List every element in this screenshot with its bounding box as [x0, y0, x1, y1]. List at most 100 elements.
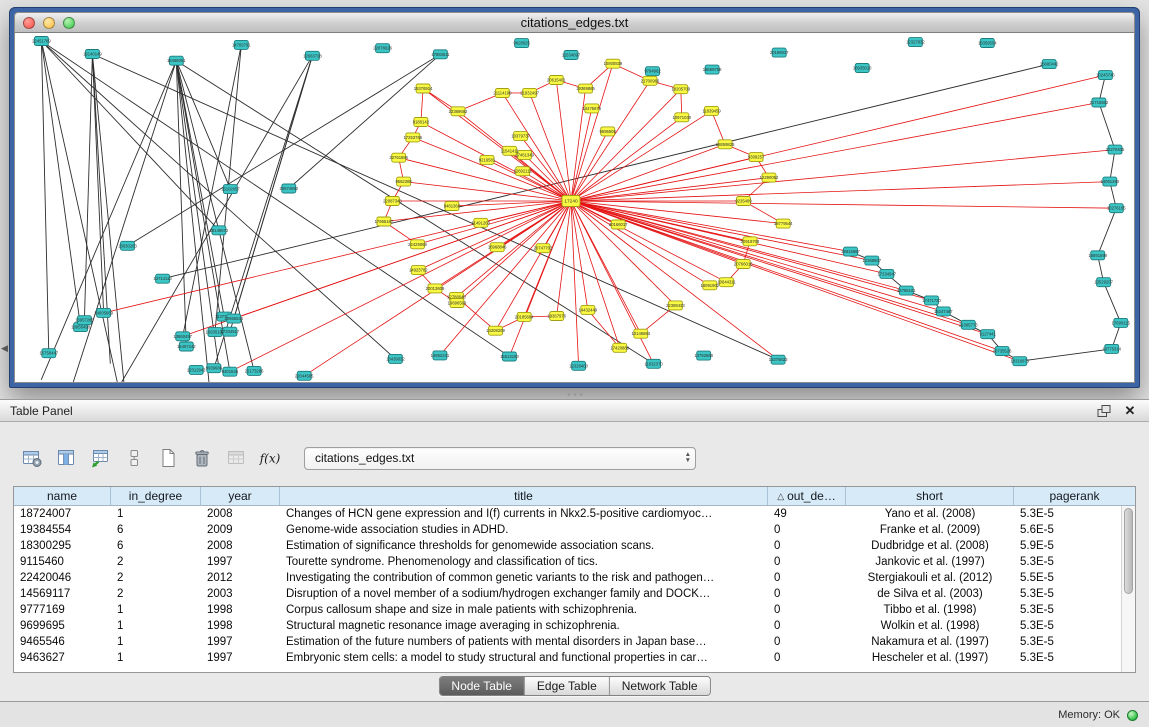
- cell-title[interactable]: Investigating the contribution of common…: [280, 570, 768, 586]
- cell-title[interactable]: Estimation of the future numbers of pati…: [280, 634, 768, 650]
- cell-out_de[interactable]: 0: [768, 650, 846, 666]
- cell-short[interactable]: Nakamura et al. (1997): [846, 634, 1014, 650]
- table-row[interactable]: 977716911998Corpus callosum shape and si…: [14, 602, 1135, 618]
- tab-edge-table[interactable]: Edge Table: [525, 677, 610, 695]
- graph-node[interactable]: 18149672: [210, 226, 229, 235]
- graph-node[interactable]: 11632370: [644, 359, 663, 368]
- graph-node[interactable]: 18669758: [703, 65, 722, 74]
- graph-node[interactable]: 13376823: [769, 355, 788, 364]
- graph-node[interactable]: 13208209: [486, 326, 505, 335]
- graph-node[interactable]: 21932497: [520, 88, 539, 97]
- cell-year[interactable]: 2008: [201, 538, 280, 554]
- graph-node[interactable]: 9595508: [600, 127, 617, 136]
- cell-pagerank[interactable]: 5.3E-5: [1014, 586, 1135, 602]
- cell-year[interactable]: 1998: [201, 602, 280, 618]
- cell-name[interactable]: 9777169: [14, 602, 111, 618]
- graph-node[interactable]: 17334517: [221, 327, 240, 336]
- graph-node[interactable]: 15513193: [500, 352, 519, 361]
- cell-pagerank[interactable]: 5.3E-5: [1014, 650, 1135, 666]
- cell-name[interactable]: 9115460: [14, 554, 111, 570]
- graph-node[interactable]: 15457242: [177, 342, 196, 351]
- graph-node[interactable]: 9127441: [980, 330, 997, 339]
- cell-in_degree[interactable]: 1: [111, 618, 201, 634]
- cell-in_degree[interactable]: 6: [111, 538, 201, 554]
- graph-node[interactable]: 9216581: [479, 155, 496, 164]
- column-header-short[interactable]: short: [846, 487, 1014, 505]
- graph-node[interactable]: 15247487: [934, 307, 953, 316]
- table-selector-dropdown[interactable]: citations_edges.txt ▲▼: [304, 447, 696, 470]
- graph-node[interactable]: 13630263: [118, 241, 137, 250]
- graph-node[interactable]: 14432449: [578, 305, 597, 314]
- graph-node[interactable]: 22451789: [32, 37, 51, 46]
- graph-node[interactable]: 22087348: [383, 197, 402, 206]
- graph-node[interactable]: 18316873: [1010, 357, 1029, 366]
- graph-node[interactable]: 13529207: [1094, 278, 1113, 287]
- cell-year[interactable]: 1998: [201, 618, 280, 634]
- cell-out_de[interactable]: 0: [768, 554, 846, 570]
- graph-node[interactable]: 10146864: [631, 329, 650, 338]
- graph-node[interactable]: 12327832: [906, 38, 925, 47]
- cell-in_degree[interactable]: 1: [111, 634, 201, 650]
- delete-table-icon[interactable]: [188, 444, 216, 472]
- cell-pagerank[interactable]: 5.5E-5: [1014, 570, 1135, 586]
- graph-node[interactable]: 18859825: [716, 140, 735, 149]
- graph-node[interactable]: 22173286: [245, 366, 264, 375]
- close-window-button[interactable]: [23, 17, 35, 29]
- cell-title[interactable]: Tourette syndrome. Phenomenology and cla…: [280, 554, 768, 570]
- graph-node[interactable]: 18466051: [167, 56, 186, 65]
- graph-node[interactable]: 11541411: [501, 146, 520, 155]
- graph-node[interactable]: 9180142: [413, 118, 430, 127]
- graph-node[interactable]: 12290052: [760, 173, 779, 182]
- graph-node[interactable]: 20919708: [741, 237, 760, 246]
- cell-title[interactable]: Disruption of a novel member of a sodium…: [280, 586, 768, 602]
- graph-node[interactable]: 9794962: [644, 67, 661, 76]
- graph-node[interactable]: 19140149: [83, 50, 102, 59]
- scrollbar-thumb[interactable]: [1124, 508, 1133, 594]
- hide-panel-arrow[interactable]: ◀: [1, 344, 8, 353]
- table-row[interactable]: 911546021997Tourette syndrome. Phenomeno…: [14, 554, 1135, 570]
- cell-out_de[interactable]: 0: [768, 522, 846, 538]
- graph-node[interactable]: 20766016: [734, 260, 753, 269]
- graph-node[interactable]: 17253766: [403, 133, 422, 142]
- cell-year[interactable]: 2012: [201, 570, 280, 586]
- graph-node[interactable]: 12692112: [514, 167, 533, 176]
- graph-node[interactable]: 14005669: [94, 308, 113, 317]
- function-builder-icon[interactable]: f(x): [256, 444, 284, 472]
- graph-node[interactable]: 17240: [562, 196, 580, 207]
- cell-pagerank[interactable]: 5.3E-5: [1014, 602, 1135, 618]
- graph-node[interactable]: 13792868: [694, 351, 713, 360]
- graph-node[interactable]: 20186917: [770, 48, 789, 57]
- graph-node[interactable]: 9828625: [514, 39, 531, 48]
- table-row[interactable]: 2242004622012Investigating the contribut…: [14, 570, 1135, 586]
- cell-in_degree[interactable]: 2: [111, 554, 201, 570]
- graph-node[interactable]: 14923782: [409, 266, 428, 275]
- table-row[interactable]: 1830029562008Estimation of significance …: [14, 538, 1135, 554]
- graph-node[interactable]: 12312943: [187, 365, 206, 374]
- graph-node[interactable]: 12663728: [303, 51, 322, 60]
- cell-short[interactable]: Dudbridge et al. (2008): [846, 538, 1014, 554]
- cell-short[interactable]: Yano et al. (2008): [846, 506, 1014, 522]
- graph-node[interactable]: 20166017: [609, 220, 628, 229]
- cell-in_degree[interactable]: 2: [111, 570, 201, 586]
- column-header-name[interactable]: name: [14, 487, 111, 505]
- cell-out_de[interactable]: 0: [768, 602, 846, 618]
- graph-node[interactable]: 18205709: [671, 85, 690, 94]
- graph-node[interactable]: 17965187: [375, 217, 394, 226]
- zoom-window-button[interactable]: [63, 17, 75, 29]
- graph-node[interactable]: 9481366: [444, 202, 461, 211]
- cell-name[interactable]: 18724007: [14, 506, 111, 522]
- cell-name[interactable]: 22420046: [14, 570, 111, 586]
- cell-name[interactable]: 14569117: [14, 586, 111, 602]
- graph-node[interactable]: 19359554: [978, 39, 997, 48]
- graph-node[interactable]: 13957285: [75, 316, 94, 325]
- cell-short[interactable]: Jankovic et al. (1997): [846, 554, 1014, 570]
- cell-name[interactable]: 9699695: [14, 618, 111, 634]
- graph-node[interactable]: 9939686: [206, 364, 223, 373]
- table-row[interactable]: 969969511998Structural magnetic resonanc…: [14, 618, 1135, 634]
- graph-node[interactable]: 11491263: [472, 218, 491, 227]
- graph-node[interactable]: 10644311: [717, 278, 736, 287]
- cell-out_de[interactable]: 49: [768, 506, 846, 522]
- graph-node[interactable]: 10971030: [672, 113, 691, 122]
- table-row[interactable]: 1938455462009Genome-wide association stu…: [14, 522, 1135, 538]
- graph-node[interactable]: 21700966: [641, 76, 660, 85]
